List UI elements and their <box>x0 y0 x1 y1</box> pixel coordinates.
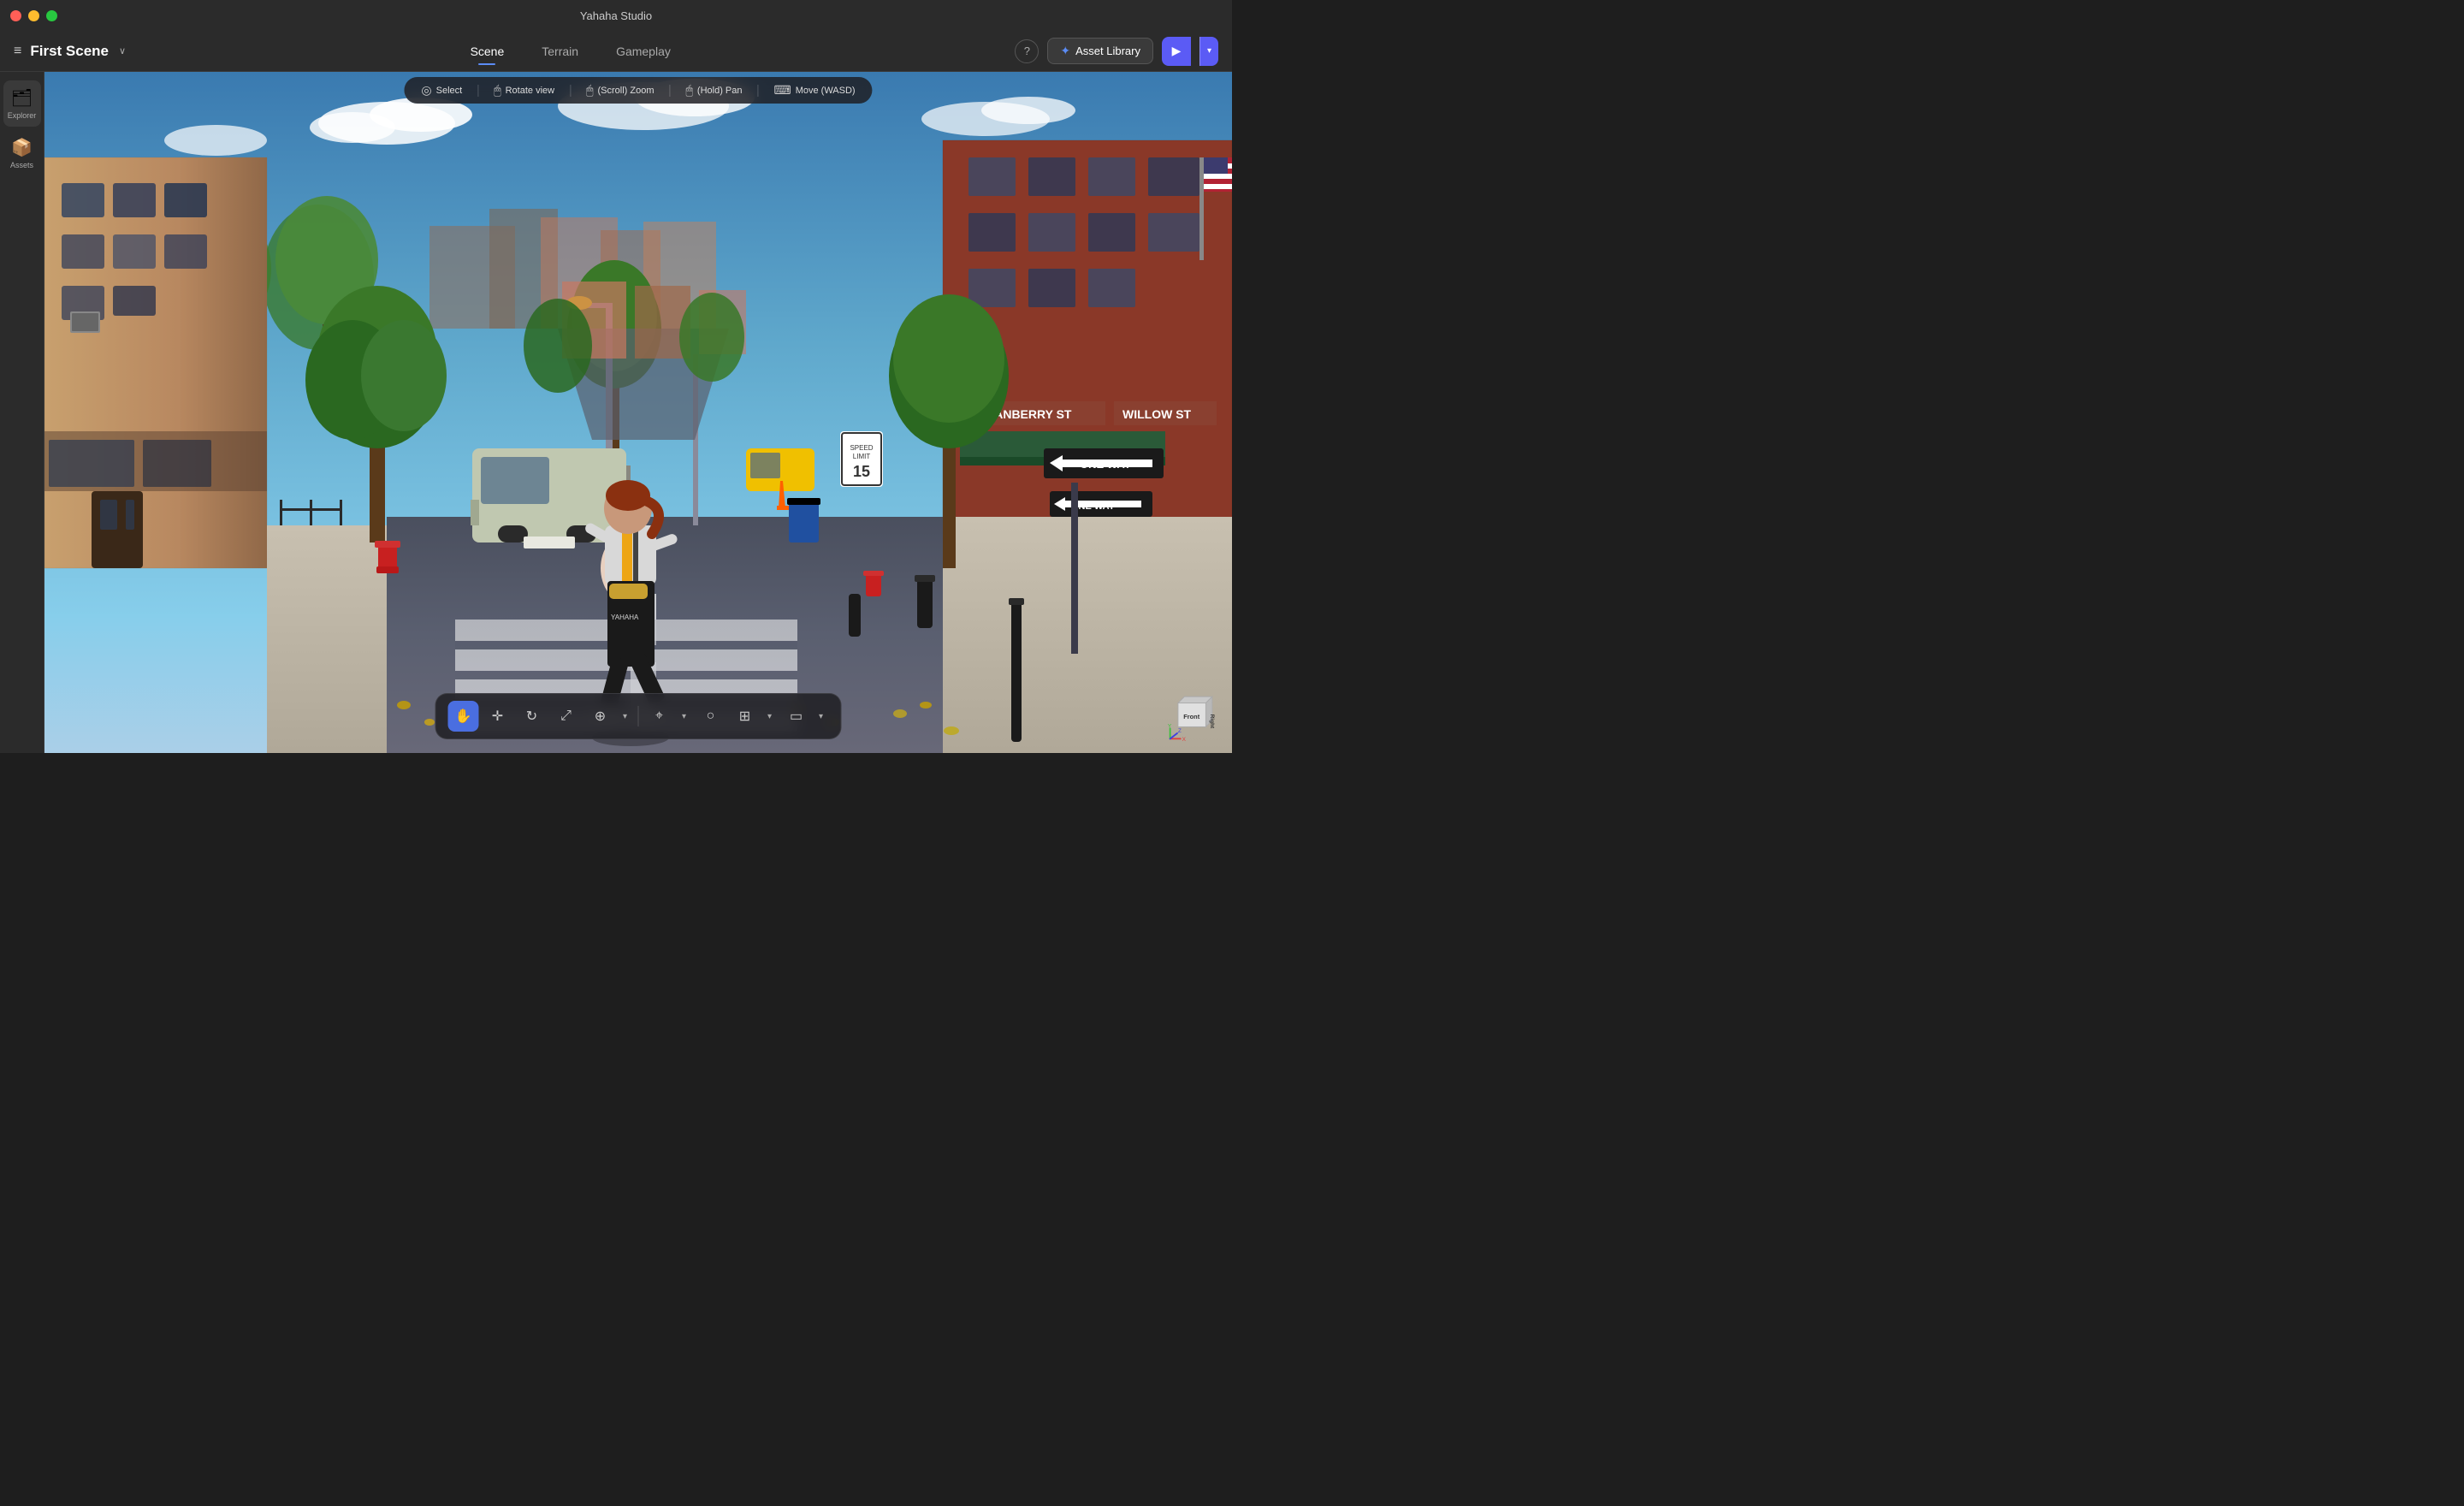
scale-tool-button[interactable]: ⤢ <box>551 701 582 732</box>
left-sidebar: 🗂 Explorer 📦 Assets <box>0 72 44 753</box>
separator-3 <box>670 85 671 97</box>
close-button[interactable] <box>10 10 21 21</box>
tab-terrain[interactable]: Terrain <box>524 39 595 63</box>
toolbar-tabs: Scene Terrain Gameplay <box>126 39 1015 63</box>
svg-text:15: 15 <box>853 463 870 480</box>
rotate-label: Rotate view <box>506 86 554 96</box>
circle-tool-button[interactable]: ○ <box>696 701 726 732</box>
mouse-icon-3: 🖱 <box>686 83 693 98</box>
control-zoom[interactable]: 🖱 (Scroll) Zoom <box>586 83 654 98</box>
transform-tool-group: ⊕ ▾ <box>585 701 633 732</box>
grid-tool-group: ⊞ ▾ <box>730 701 778 732</box>
separator-1 <box>477 85 478 97</box>
move-label: Move (WASD) <box>796 86 856 96</box>
grid-tool-button[interactable]: ⊞ <box>730 701 761 732</box>
tab-gameplay[interactable]: Gameplay <box>599 39 688 63</box>
svg-text:Front: Front <box>1183 713 1199 720</box>
control-move[interactable]: ⌨ Move (WASD) <box>774 83 856 98</box>
svg-text:SPEED: SPEED <box>850 444 873 452</box>
window-title: Yahaha Studio <box>580 9 652 22</box>
play-button[interactable]: ▶ <box>1162 37 1191 66</box>
keyboard-icon: ⌨ <box>774 83 791 98</box>
svg-text:YAHAHA: YAHAHA <box>611 614 639 621</box>
snap-tool-dropdown[interactable]: ▾ <box>677 701 692 732</box>
grid-tool-dropdown[interactable]: ▾ <box>762 701 778 732</box>
maximize-button[interactable] <box>46 10 57 21</box>
asset-library-label: Asset Library <box>1075 44 1140 57</box>
svg-text:LIMIT: LIMIT <box>853 453 871 460</box>
svg-text:Right: Right <box>1209 714 1215 729</box>
bottom-toolbar: ✋ ✛ ↻ ⤢ ⊕ ▾ ⌖ ▾ ○ ⊞ ▾ ▭ ▾ <box>435 693 842 739</box>
toolbar-right: ? ✦ Asset Library ▶ ▾ <box>1015 37 1218 66</box>
sidebar-item-explorer[interactable]: 🗂 Explorer <box>3 80 41 127</box>
play-dropdown-button[interactable]: ▾ <box>1199 37 1218 66</box>
chevron-down-icon[interactable]: ∨ <box>119 45 126 56</box>
snap-tool-button[interactable]: ⌖ <box>644 701 675 732</box>
move-tool-button[interactable]: ✛ <box>483 701 513 732</box>
mouse-icon-2: 🖱 <box>586 83 593 98</box>
assets-label: Assets <box>10 161 33 169</box>
scene-title: First Scene <box>30 43 109 60</box>
separator-4 <box>758 85 759 97</box>
viewport[interactable]: CRANBERRY ST WILLOW ST <box>44 72 1232 753</box>
separator-2 <box>570 85 571 97</box>
orientation-cube[interactable]: Front Right X Y Z <box>1166 687 1222 743</box>
svg-text:ONE WAY: ONE WAY <box>1080 458 1132 471</box>
traffic-lights <box>10 10 57 21</box>
titlebar: Yahaha Studio <box>0 0 1232 31</box>
assets-icon: 📦 <box>11 137 33 158</box>
hamburger-menu-icon[interactable]: ≡ <box>14 44 21 59</box>
toolbar-separator-1 <box>638 706 639 726</box>
explorer-label: Explorer <box>8 111 37 120</box>
hand-tool-button[interactable]: ✋ <box>448 701 479 732</box>
transform-tool-button[interactable]: ⊕ <box>585 701 616 732</box>
tab-scene[interactable]: Scene <box>453 39 522 63</box>
frame-tool-group: ▭ ▾ <box>781 701 829 732</box>
scene-svg: CRANBERRY ST WILLOW ST <box>44 72 1232 753</box>
asset-library-button[interactable]: ✦ Asset Library <box>1047 38 1153 64</box>
main-toolbar: ≡ First Scene ∨ Scene Terrain Gameplay ?… <box>0 31 1232 72</box>
help-button[interactable]: ? <box>1015 39 1039 63</box>
cursor-icon: ◎ <box>421 83 431 98</box>
snap-tool-group: ⌖ ▾ <box>644 701 692 732</box>
rotate-tool-button[interactable]: ↻ <box>517 701 548 732</box>
control-rotate[interactable]: 🖱 Rotate view <box>494 83 554 98</box>
select-label: Select <box>436 86 463 96</box>
svg-text:Z: Z <box>1178 728 1182 734</box>
svg-text:X: X <box>1182 737 1187 743</box>
control-pan[interactable]: 🖱 (Hold) Pan <box>686 83 743 98</box>
transform-tool-dropdown[interactable]: ▾ <box>618 701 633 732</box>
toolbar-left: ≡ First Scene ∨ <box>14 43 126 60</box>
frame-tool-dropdown[interactable]: ▾ <box>814 701 829 732</box>
zoom-label: (Scroll) Zoom <box>598 86 654 96</box>
sparkle-icon: ✦ <box>1060 44 1070 58</box>
svg-text:Y: Y <box>1168 723 1172 729</box>
sidebar-item-assets[interactable]: 📦 Assets <box>3 130 41 176</box>
svg-text:WILLOW ST: WILLOW ST <box>1122 407 1192 421</box>
frame-tool-button[interactable]: ▭ <box>781 701 812 732</box>
pan-label: (Hold) Pan <box>697 86 743 96</box>
explorer-icon: 🗂 <box>11 87 33 109</box>
control-select[interactable]: ◎ Select <box>421 83 462 98</box>
controls-bar: ◎ Select 🖱 Rotate view 🖱 (Scroll) Zoom 🖱… <box>404 77 872 104</box>
minimize-button[interactable] <box>28 10 39 21</box>
mouse-icon-1: 🖱 <box>494 83 500 98</box>
